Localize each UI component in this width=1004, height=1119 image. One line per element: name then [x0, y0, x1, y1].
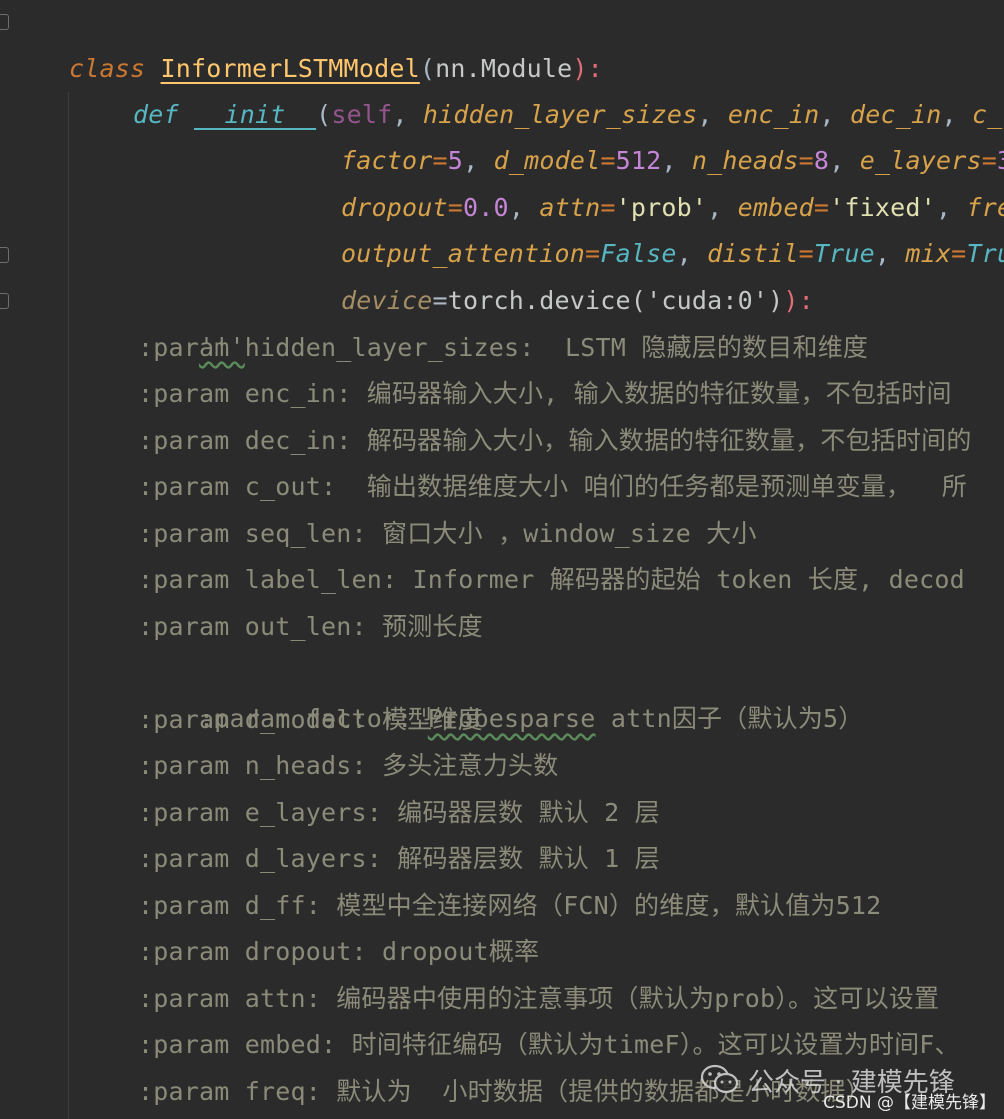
doc-line: :param seq_len: 窗口大小 ，window_size 大小 [138, 519, 757, 548]
code-line-def: def __init__(self, hidden_layer_sizes, e… [72, 46, 1004, 129]
code-line-params: dropout=0.0, attn='prob', embed='fixed',… [280, 139, 1004, 222]
fold-marker-icon[interactable] [0, 293, 9, 309]
keyword-def: def [133, 100, 179, 129]
code-line-class: class InformerLSTMModel(nn.Module): [8, 0, 603, 83]
doc-line: :param label_len: Informer 解码器的起始 token … [138, 565, 965, 594]
param-name: device [341, 286, 433, 315]
doc-line-factor: :param factor: Probesparse attn因子（默认为5） [138, 650, 863, 733]
doc-line: :param d_layers: 解码器层数 默认 1 层 [138, 844, 660, 873]
doc-line: :param d_ff: 模型中全连接网络（FCN）的维度，默认值为512 [138, 891, 882, 920]
doc-line: :param n_heads: 多头注意力头数 [138, 751, 559, 780]
doc-line: :param dropout: dropout概率 [138, 937, 540, 966]
comma: , [874, 239, 906, 268]
default-value: torch.device('cuda:0') [447, 286, 784, 315]
param-name: mix [905, 239, 952, 268]
paren-close: ): [783, 286, 814, 315]
doc-line: :param enc_in: 编码器输入大小, 输入数据的特征数量，不包括时间 [138, 379, 952, 408]
code-line-params: device=torch.device('cuda:0')): [280, 232, 814, 315]
csdn-credit: CSDN @【建模先锋】 [823, 1093, 996, 1113]
code-line-params: output_attention=False, distil=True, mix… [280, 185, 1004, 268]
equals: = [432, 286, 448, 315]
code-editor[interactable]: class InformerLSTMModel(nn.Module): def … [0, 0, 1004, 1119]
bool-value: True [966, 239, 1004, 268]
doc-line: :param e_layers: 编码器层数 默认 2 层 [138, 798, 660, 827]
wechat-icon [700, 1064, 740, 1096]
docstring-open: ''' [138, 278, 245, 361]
doc-line: :param hidden_layer_sizes: LSTM 隐藏层的数目和维… [138, 333, 869, 362]
code-line-params: factor=5, d_model=512, n_heads=8, e_laye… [280, 92, 1004, 175]
doc-line: :param c_out: 输出数据维度大小 咱们的任务都是预测单变量， 所 [138, 472, 967, 501]
doc-line: :param attn: 编码器中使用的注意事项（默认为prob）。这可以设置 [138, 984, 940, 1013]
bool-value: True [813, 239, 875, 268]
doc-line: :param out_len: 预测长度 [138, 612, 483, 641]
fold-marker-icon[interactable] [0, 247, 9, 263]
doc-text: attn因子（默认为5） [595, 704, 864, 733]
equals: = [951, 239, 967, 268]
doc-line: :param dec_in: 解码器输入大小，输入数据的特征数量，不包括时间的 [138, 426, 972, 455]
doc-line: :param d_model: 模型维度 [138, 705, 483, 734]
indent-guide [68, 92, 69, 1119]
